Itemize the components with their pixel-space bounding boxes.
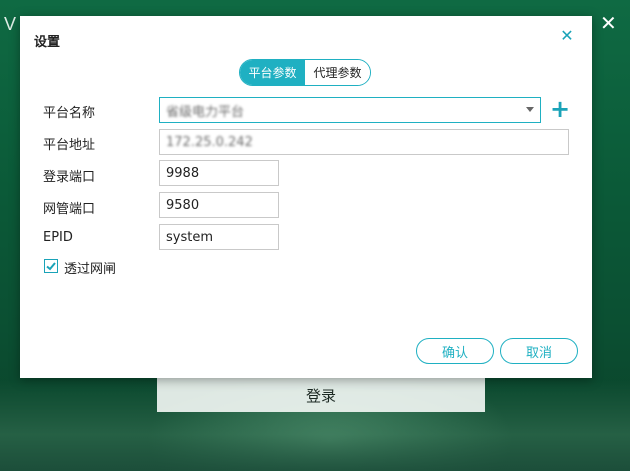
window-close-icon[interactable]: ✕: [600, 13, 617, 33]
login-port-value: 9988: [166, 165, 200, 181]
app-title-fragment: V: [4, 14, 17, 34]
settings-dialog: 设置 ✕ 平台参数 代理参数 平台名称 省级电力平台 + 平台地址 172.25…: [20, 16, 592, 378]
gateway-checkbox[interactable]: [44, 259, 58, 273]
check-icon: [46, 262, 56, 271]
platform-name-select[interactable]: 省级电力平台: [159, 97, 541, 123]
manage-port-value: 9580: [166, 197, 200, 213]
dialog-title: 设置: [34, 35, 61, 50]
platform-name-value: 省级电力平台: [166, 104, 245, 120]
tab-proxy-params[interactable]: 代理参数: [305, 60, 370, 85]
confirm-button[interactable]: 确认: [416, 338, 494, 364]
cancel-button[interactable]: 取消: [500, 338, 578, 364]
login-port-label: 登录端口: [43, 170, 96, 185]
close-icon[interactable]: ✕: [559, 28, 575, 44]
epid-value: system: [166, 229, 213, 245]
epid-field[interactable]: system: [159, 224, 279, 250]
dropdown-chevron-icon: [526, 107, 534, 112]
platform-address-label: 平台地址: [43, 138, 96, 153]
manage-port-label: 网管端口: [43, 202, 96, 217]
platform-name-label: 平台名称: [43, 106, 96, 121]
gateway-checkbox-label[interactable]: 透过网闸: [64, 258, 116, 277]
tab-platform-params[interactable]: 平台参数: [240, 60, 305, 85]
add-icon[interactable]: +: [549, 97, 571, 121]
platform-address-value: 172.25.0.242: [166, 134, 253, 150]
login-port-field[interactable]: 9988: [159, 160, 279, 186]
epid-label: EPID: [43, 230, 73, 245]
platform-address-field[interactable]: 172.25.0.242: [159, 129, 569, 155]
login-button[interactable]: 登录: [157, 378, 485, 412]
tab-group: 平台参数 代理参数: [239, 59, 371, 86]
manage-port-field[interactable]: 9580: [159, 192, 279, 218]
